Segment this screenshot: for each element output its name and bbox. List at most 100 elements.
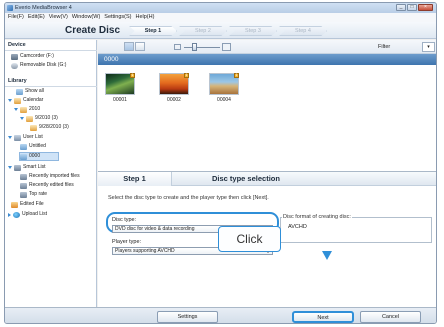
thumbnail-item[interactable]: 1 00004 <box>209 73 239 104</box>
folder-icon <box>20 153 27 160</box>
step-heading: Disc type selection <box>212 174 280 183</box>
main-content: Filter ▾ 0000 1 00001 1 00002 1 00004 St… <box>98 40 436 316</box>
sidebar-item-upload-list[interactable]: Upload List <box>8 211 47 218</box>
sidebar-item-edited-file[interactable]: Edited File <box>11 201 44 208</box>
device-heading: Device <box>8 42 26 48</box>
thumbnail-view-icon[interactable] <box>124 42 134 51</box>
close-button[interactable]: × <box>418 4 433 11</box>
menu-settings[interactable]: Settings(S) <box>104 13 131 22</box>
sidebar-item-user-list[interactable]: User List <box>8 134 43 141</box>
thumbnail-item[interactable]: 1 00002 <box>159 73 189 104</box>
photo-library-icon <box>16 88 23 95</box>
cancel-button[interactable]: Cancel <box>360 311 421 323</box>
instruction-text: Select the disc type to create and the p… <box>108 195 269 201</box>
thumbnail-image[interactable]: 1 <box>105 73 135 95</box>
zoom-out-icon[interactable] <box>174 44 181 50</box>
sidebar-item-label: Recently imported files <box>29 173 80 179</box>
disc-type-label: Disc type: <box>112 217 137 223</box>
step-2-indicator: Step 2 <box>179 26 227 36</box>
settings-button[interactable]: Settings <box>157 311 218 323</box>
sidebar-item-smart-list[interactable]: Smart List <box>8 164 46 171</box>
sidebar-item-month[interactable]: 9/2010 (3) <box>20 115 58 122</box>
filter-label: Filter <box>378 44 391 50</box>
step-indicator: Step 1 Step 2 Step 3 Step 4 <box>129 26 329 36</box>
sidebar-item-label: Edited File <box>20 201 44 207</box>
group-header: 0000 <box>98 54 436 65</box>
thumbnail-caption: 00004 <box>217 97 231 103</box>
zoom-in-icon[interactable] <box>222 43 231 51</box>
view-toolbar: Filter ▾ <box>98 40 436 54</box>
expand-arrow-icon[interactable] <box>8 166 12 169</box>
window-title: Everio MediaBrowser 4 <box>15 5 72 11</box>
expand-arrow-icon[interactable] <box>14 108 18 111</box>
sidebar-item-label: Smart List <box>23 164 46 170</box>
mode-header: Create Disc Step 1 Step 2 Step 3 Step 4 <box>5 22 436 39</box>
expand-arrow-icon[interactable] <box>8 99 12 102</box>
bottom-button-bar: Settings Next Cancel <box>5 307 436 323</box>
step-1-indicator: Step 1 <box>129 26 177 36</box>
disk-icon <box>11 62 18 69</box>
sidebar-item-calendar[interactable]: Calendar <box>8 97 43 104</box>
menu-window[interactable]: Window(W) <box>72 13 100 22</box>
sidebar-item-label: Camcorder (F:) <box>20 53 54 59</box>
expand-arrow-icon[interactable] <box>8 212 11 217</box>
maximize-button[interactable]: □ <box>407 4 417 11</box>
list-view-icon[interactable] <box>135 42 145 51</box>
smart-list-icon <box>20 182 27 189</box>
calendar-icon <box>14 97 21 104</box>
zoom-slider[interactable] <box>184 47 220 48</box>
calendar-icon <box>30 124 37 131</box>
sidebar-item-label: Show all <box>25 88 44 94</box>
sidebar-item-label: 0000 <box>29 153 41 159</box>
callout-text: Click <box>236 232 263 246</box>
smart-list-icon <box>14 164 21 171</box>
next-button[interactable]: Next <box>292 311 354 323</box>
step-3-indicator: Step 3 <box>229 26 277 36</box>
disc-format-label: Disc format of creating disc: <box>282 214 352 220</box>
filter-dropdown[interactable]: ▾ <box>422 42 435 52</box>
menu-view[interactable]: View(V) <box>49 13 68 22</box>
step-title-bar: Step 1 Disc type selection <box>98 172 436 186</box>
menu-file[interactable]: File(F) <box>8 13 24 22</box>
minimize-button[interactable]: _ <box>396 4 406 11</box>
sidebar-item-top-rate[interactable]: Top rate <box>20 191 47 198</box>
sidebar-item-label: 2010 <box>29 106 41 112</box>
sidebar-item-show-all[interactable]: Show all <box>16 88 44 95</box>
sidebar-item-untitled[interactable]: Untitled <box>20 143 46 150</box>
smart-list-icon <box>20 191 27 198</box>
sidebar-item-0000[interactable]: 0000 <box>19 152 59 161</box>
sidebar-item-removable-disk[interactable]: Removable Disk (G:) <box>11 62 66 69</box>
player-type-value: Players supporting AVCHD <box>115 248 175 254</box>
sidebar-item-year[interactable]: 2010 <box>14 106 40 113</box>
sidebar-item-label: Recently edited files <box>29 182 74 188</box>
camcorder-icon <box>11 53 18 60</box>
edit-icon <box>11 201 18 208</box>
folder-icon <box>20 143 27 150</box>
sidebar-item-recently-imported[interactable]: Recently imported files <box>20 173 80 180</box>
step-label: Step 1 <box>98 172 172 186</box>
thumbnail-caption: 00002 <box>167 97 181 103</box>
sidebar-item-label: Removable Disk (G:) <box>20 62 67 68</box>
sidebar-item-recently-edited[interactable]: Recently edited files <box>20 182 74 189</box>
sidebar-item-label: Calendar <box>23 97 44 103</box>
sidebar-item-label: 9/2010 (3) <box>35 115 58 121</box>
app-icon <box>7 5 13 11</box>
menu-help[interactable]: Help(H) <box>136 13 155 22</box>
menu-edit[interactable]: Edit(E) <box>28 13 45 22</box>
disc-type-value: DVD disc for video & data recording <box>115 226 195 232</box>
app-window: Everio MediaBrowser 4 _ □ × File(F) Edit… <box>4 2 437 324</box>
upload-icon <box>13 211 20 218</box>
callout-pointer <box>322 251 332 260</box>
calendar-icon <box>26 115 33 122</box>
thumbnail-item[interactable]: 1 00001 <box>105 73 135 104</box>
sidebar-item-day[interactable]: 9/28/2010 (3) <box>30 124 69 131</box>
thumbnail-image[interactable]: 1 <box>159 73 189 95</box>
zoom-slider-handle[interactable] <box>192 43 197 51</box>
sidebar-item-camcorder[interactable]: Camcorder (F:) <box>11 53 54 60</box>
expand-arrow-icon[interactable] <box>20 117 24 120</box>
thumbnail-image[interactable]: 1 <box>209 73 239 95</box>
disc-format-value: AVCHD <box>288 224 307 230</box>
video-badge-icon: 1 <box>234 73 239 78</box>
group-name: 0000 <box>104 56 119 63</box>
expand-arrow-icon[interactable] <box>8 136 12 139</box>
